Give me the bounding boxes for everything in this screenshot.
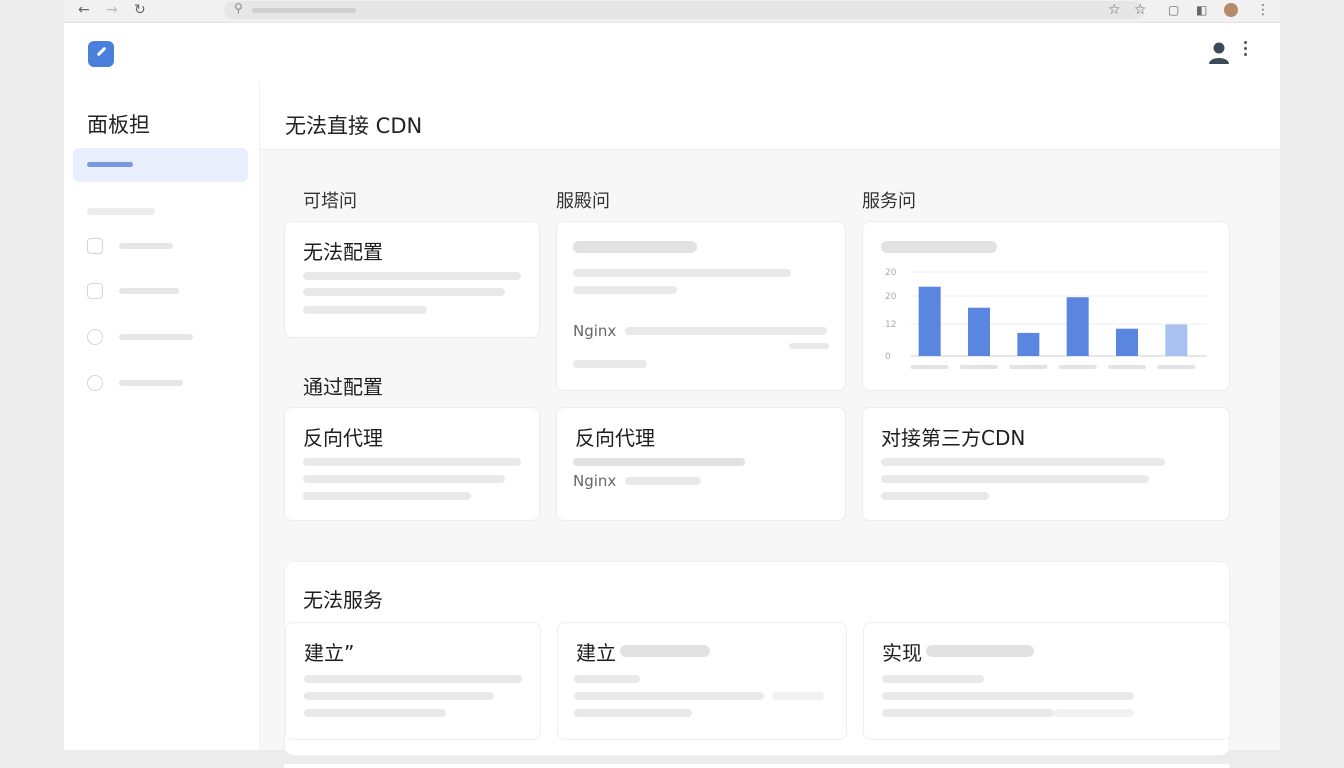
card-reverse-proxy-2[interactable]: 反向代理 Nginx xyxy=(556,407,846,521)
card-title: 建立 xyxy=(576,641,616,665)
card-third-party-cdn[interactable]: 对接第三方CDN xyxy=(862,407,1230,521)
store-icon xyxy=(87,283,103,299)
card-implement[interactable]: 实现 xyxy=(863,622,1231,740)
card-build-1[interactable]: 建立” xyxy=(285,622,541,740)
sidebar-item-2[interactable] xyxy=(87,283,247,303)
x-tick-placeholder xyxy=(1108,365,1146,369)
address-bar[interactable]: ⚲ xyxy=(224,1,1144,19)
user-icon[interactable] xyxy=(1208,41,1230,65)
app-header xyxy=(64,23,1280,82)
sidebar-item-3[interactable] xyxy=(87,329,247,349)
sidebar-item-active[interactable] xyxy=(73,148,248,182)
x-tick-placeholder xyxy=(1009,365,1048,369)
y-tick-label: 12 xyxy=(885,320,896,330)
page-header: 无法直接 CDN xyxy=(260,81,1280,150)
card-title: 反向代理 xyxy=(575,426,655,450)
column-title-3: 服务问 xyxy=(862,191,916,212)
settings-icon xyxy=(87,329,103,345)
bookmarks-icon[interactable]: ☆ xyxy=(1134,2,1147,18)
extensions-icon[interactable]: ◧ xyxy=(1196,3,1207,17)
card-title: 实现 xyxy=(882,641,922,665)
card-title: 对接第三方CDN xyxy=(881,426,1026,450)
coin-icon xyxy=(87,375,103,391)
card-title: 建立” xyxy=(304,641,355,665)
url-placeholder xyxy=(252,8,356,13)
column-title-1: 可塔问 xyxy=(303,191,357,212)
column-title-2: 服殿问 xyxy=(556,191,610,212)
sidebar-title: 面板担 xyxy=(87,113,150,137)
y-tick-label: 20 xyxy=(885,268,897,278)
y-tick-label: 20 xyxy=(885,292,897,302)
section-title: 无法服务 xyxy=(303,588,383,612)
x-tick-placeholder xyxy=(1058,365,1097,369)
sidebar: 面板担 xyxy=(64,81,260,750)
nginx-label: Nginx xyxy=(573,472,617,490)
group-title: 通过配置 xyxy=(303,375,383,399)
more-menu-icon[interactable] xyxy=(1244,41,1248,59)
card-nginx-placeholder[interactable]: Nginx xyxy=(556,221,846,391)
sidebar-section-label xyxy=(87,208,155,215)
chart-bar xyxy=(918,286,941,356)
chart-bar xyxy=(1116,328,1138,356)
app-logo[interactable] xyxy=(88,41,114,67)
sidebar-item-4[interactable] xyxy=(87,375,247,395)
next-section-edge xyxy=(284,764,1230,768)
bar-chart: 20 20 12 0 xyxy=(877,260,1217,380)
browser-toolbar: ← → ↻ ⚲ ☆ ☆ ▢ ◧ ⋮ xyxy=(64,0,1280,23)
back-icon[interactable]: ← xyxy=(78,2,90,18)
profile-avatar[interactable] xyxy=(1224,3,1238,17)
chart-bar xyxy=(968,307,990,356)
card-build-2[interactable]: 建立 xyxy=(557,622,847,740)
chart-bar xyxy=(1066,297,1089,356)
x-tick-placeholder xyxy=(910,365,949,369)
card-title: 反向代理 xyxy=(303,426,383,450)
reload-icon[interactable]: ↻ xyxy=(134,2,146,18)
app-window: 面板担 无法直接 CDN 可塔问 服殿问 服务问 无法配置 Nginx 20 2… xyxy=(64,23,1280,768)
main-content: 无法直接 CDN 可塔问 服殿问 服务问 无法配置 Nginx 20 20 12 0 xyxy=(260,81,1280,768)
sidepanel-icon[interactable]: ▢ xyxy=(1168,3,1179,17)
x-tick-placeholder xyxy=(960,365,998,369)
section-no-service: 无法服务 建立” 建立 实现 xyxy=(284,561,1231,756)
document-icon xyxy=(87,238,103,254)
forward-icon[interactable]: → xyxy=(106,2,118,18)
sidebar-item-1[interactable] xyxy=(87,238,247,258)
y-tick-label: 0 xyxy=(885,352,891,362)
browser-menu-icon[interactable]: ⋮ xyxy=(1256,2,1270,18)
search-icon: ⚲ xyxy=(234,1,243,15)
card-title: 无法配置 xyxy=(303,240,383,264)
chart-bar xyxy=(1165,324,1188,356)
nginx-label: Nginx xyxy=(573,322,617,340)
card-reverse-proxy-1[interactable]: 反向代理 xyxy=(284,407,540,521)
x-tick-placeholder xyxy=(1157,365,1196,369)
card-chart[interactable]: 20 20 12 0 xyxy=(862,221,1230,391)
bookmark-star-icon[interactable]: ☆ xyxy=(1108,2,1121,18)
page-title: 无法直接 CDN xyxy=(285,114,423,138)
card-config[interactable]: 无法配置 xyxy=(284,221,540,338)
chart-bar xyxy=(1017,332,1040,356)
